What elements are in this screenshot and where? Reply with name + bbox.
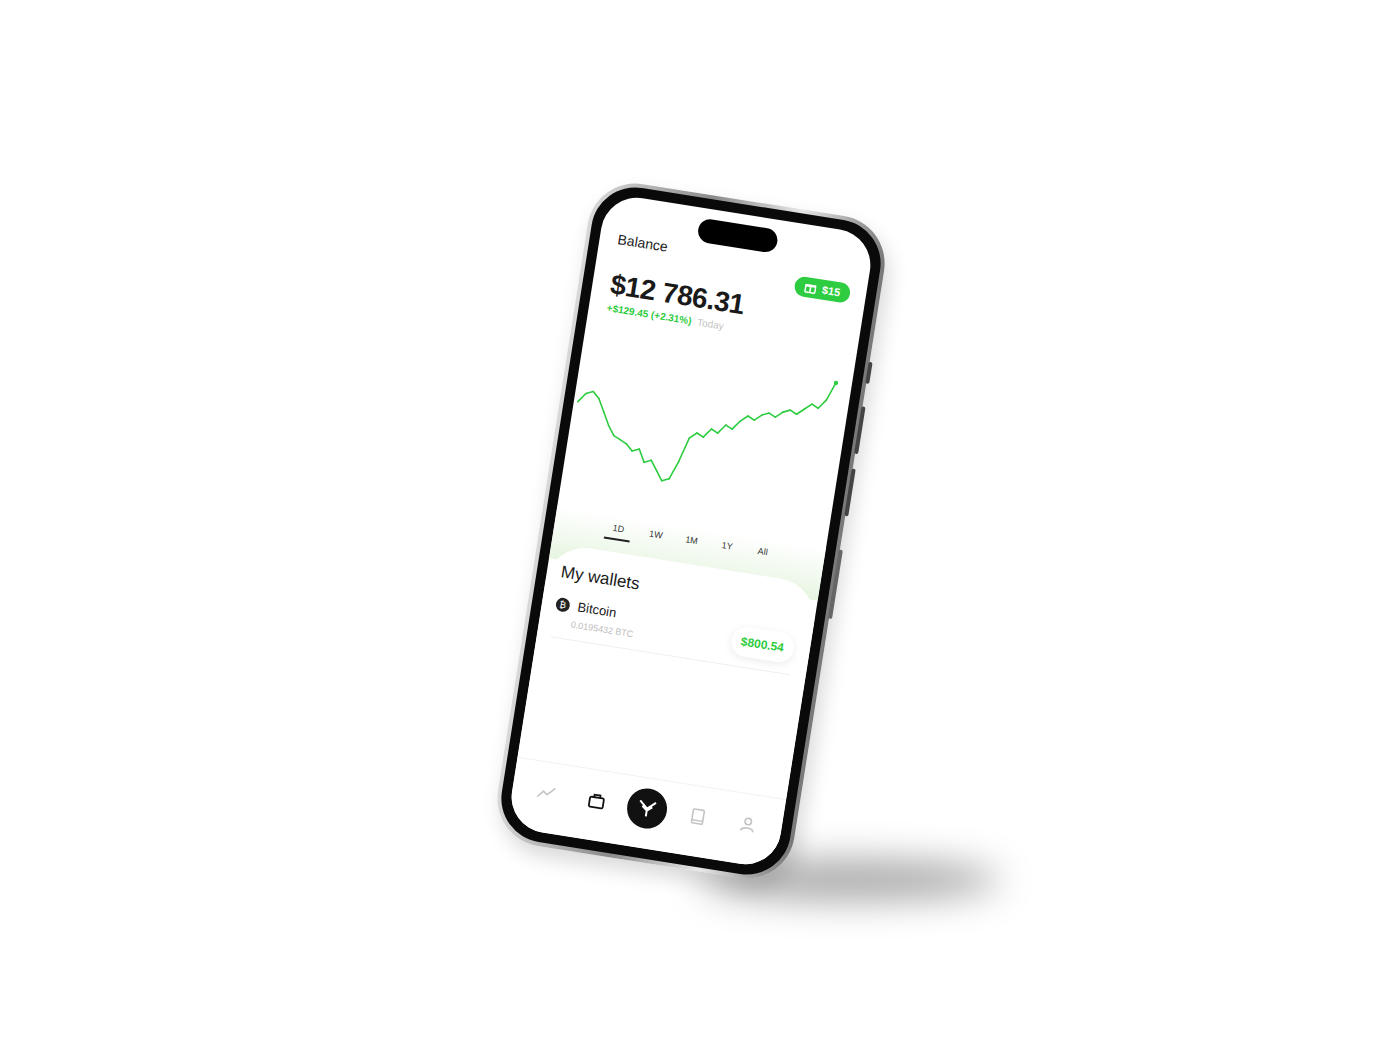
bezel: Balance$15$12 786.31+$129.45 (+2.31%)Tod… [495,181,887,881]
chart-segment [655,470,663,480]
stage: Balance$15$12 786.31+$129.45 (+2.31%)Tod… [0,0,1397,1061]
balance-section: Balance$15$12 786.31+$129.45 (+2.31%)Tod… [588,192,875,352]
chart-segment [637,449,646,462]
chart-segment [783,409,790,413]
chart-segment [586,390,593,394]
range-tab[interactable]: 1D [603,519,632,542]
profile-icon [736,813,759,836]
balance-title: Balance [616,231,668,255]
chart-segment [710,429,717,433]
chart-segment [811,404,818,408]
nav-item[interactable] [522,767,568,817]
chart-segment [678,437,689,463]
chart-segment [619,439,626,443]
trend-icon [534,781,557,804]
range-tab[interactable]: 1Y [714,537,739,559]
chart-segment [661,477,668,481]
wallet-name: Bitcoin [576,599,617,620]
briefcase-icon [585,789,608,812]
screen: Balance$15$12 786.31+$129.45 (+2.31%)Tod… [506,192,875,869]
gift-badge[interactable]: $15 [792,275,851,304]
chart-segment [768,413,775,417]
nav-item[interactable] [674,791,720,841]
chart-segment [740,414,748,421]
nav-item[interactable] [573,775,619,825]
wallet-amount: 0,0195432 BTC [552,616,634,639]
chart-segment [607,425,615,435]
wallets-card: My wallets₿Bitcoin0,0195432 BTC$800.54 [517,542,820,799]
gift-icon [803,280,817,294]
chart-segment [625,443,633,450]
nav-item[interactable] [623,783,669,833]
chart-segment [725,425,732,429]
chart-segment [592,391,600,398]
chart-segment [696,433,703,437]
chart-segment [717,423,725,433]
chart-segment [818,399,826,409]
chart-segment [761,412,768,416]
range-tab[interactable]: 1W [643,525,668,547]
chart-segment [613,435,620,439]
chart-end-point [833,380,838,385]
logo-icon [634,795,659,820]
wallet-row[interactable]: ₿ Bitcoin0,0195432 BTC $800.54 [550,595,796,674]
dynamic-island [696,217,779,253]
chart-segment [754,413,762,420]
chart-segment [796,408,804,415]
wallet-value: $800.54 [728,624,795,664]
logo-button [624,785,670,831]
nav-item[interactable] [724,799,770,849]
chart-segment [732,419,740,429]
chart-segment [597,398,606,411]
bitcoin-icon: ₿ [554,596,570,612]
range-tab[interactable]: 1M [678,531,703,553]
change-period: Today [696,316,724,331]
range-tab[interactable]: All [749,542,774,564]
chart-segment [577,392,585,402]
book-icon [686,805,709,828]
chart-segment [747,415,754,419]
side-button[interactable] [865,361,872,383]
chart-segment [804,403,812,410]
chart-segment [632,447,639,451]
chart-segment [689,431,697,438]
chart-segment [703,427,711,437]
chart-segment [775,411,783,418]
chart-segment [826,381,836,400]
chart-segment [644,459,651,463]
chart-segment [789,410,796,414]
phone: Balance$15$12 786.31+$129.45 (+2.31%)Tod… [490,176,891,885]
chart-segment [601,411,610,424]
chart-segment [669,460,679,479]
chart-segment [649,460,657,470]
